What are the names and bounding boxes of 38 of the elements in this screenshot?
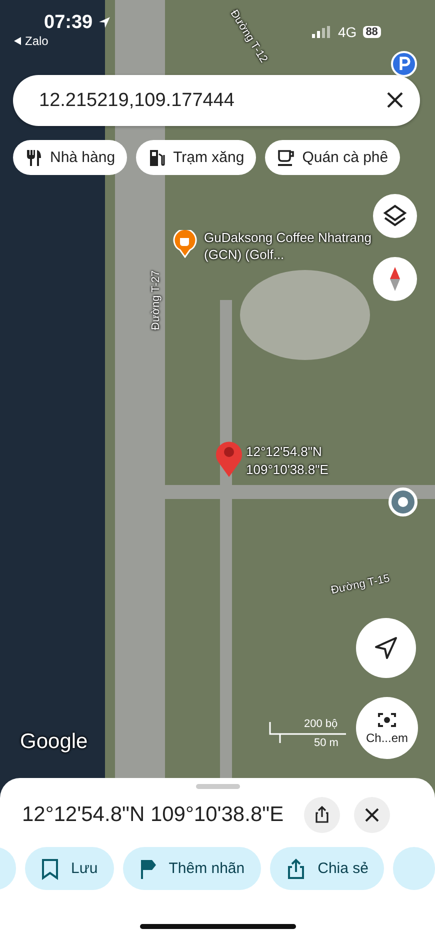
- fuel-pump-icon: [148, 148, 166, 166]
- compass-button[interactable]: [373, 257, 417, 301]
- signal-icon: [312, 26, 332, 38]
- google-logo: Google: [20, 730, 88, 754]
- coffee-cup-icon: [277, 148, 296, 166]
- status-time: 07:39: [44, 12, 93, 34]
- action-chip[interactable]: Lưu: [25, 847, 114, 890]
- place-label[interactable]: GuDaksong Coffee Nhatrang (GCN) (Golf...: [204, 229, 374, 263]
- category-chip[interactable]: Trạm xăng: [136, 140, 256, 175]
- back-to-app-link[interactable]: Zalo: [14, 34, 48, 48]
- navigate-button[interactable]: [356, 618, 416, 678]
- close-icon[interactable]: [386, 91, 404, 109]
- category-chip[interactable]: Quán cà phê: [265, 140, 400, 175]
- category-chip[interactable]: Nhà hàng: [13, 140, 128, 175]
- share-button[interactable]: [304, 797, 340, 833]
- bookmark-icon: [41, 858, 59, 880]
- share-icon: [286, 858, 306, 880]
- layers-button[interactable]: [373, 194, 417, 238]
- flag-icon: [138, 858, 157, 880]
- street-label: Đường T-15: [330, 572, 391, 597]
- back-triangle-icon: [14, 37, 22, 45]
- close-button[interactable]: [354, 797, 390, 833]
- scale-label: 200 bộ: [304, 718, 338, 730]
- scale-label: 50 m: [314, 737, 338, 749]
- cafe-pin-icon[interactable]: [173, 230, 197, 258]
- coordinates-title: 12°12'54.8"N 109°10'38.8"E: [22, 803, 284, 827]
- coordinate-label: 109°10'38.8"E: [246, 461, 328, 479]
- action-chip[interactable]: Chia sẻ: [270, 847, 384, 890]
- battery-level: 88: [362, 26, 381, 38]
- coordinate-label: 12°12'54.8"N: [246, 443, 323, 461]
- location-arrow-icon: [98, 16, 111, 29]
- location-marker-icon[interactable]: [388, 487, 418, 517]
- fork-knife-icon: [25, 148, 43, 166]
- camera-icon: [377, 711, 397, 729]
- action-chip[interactable]: Thêm nhãn: [122, 847, 261, 890]
- search-field[interactable]: 12.215219,109.177444: [13, 75, 420, 126]
- street-label: Đường T-27: [150, 270, 162, 330]
- network-type: 4G: [338, 24, 357, 40]
